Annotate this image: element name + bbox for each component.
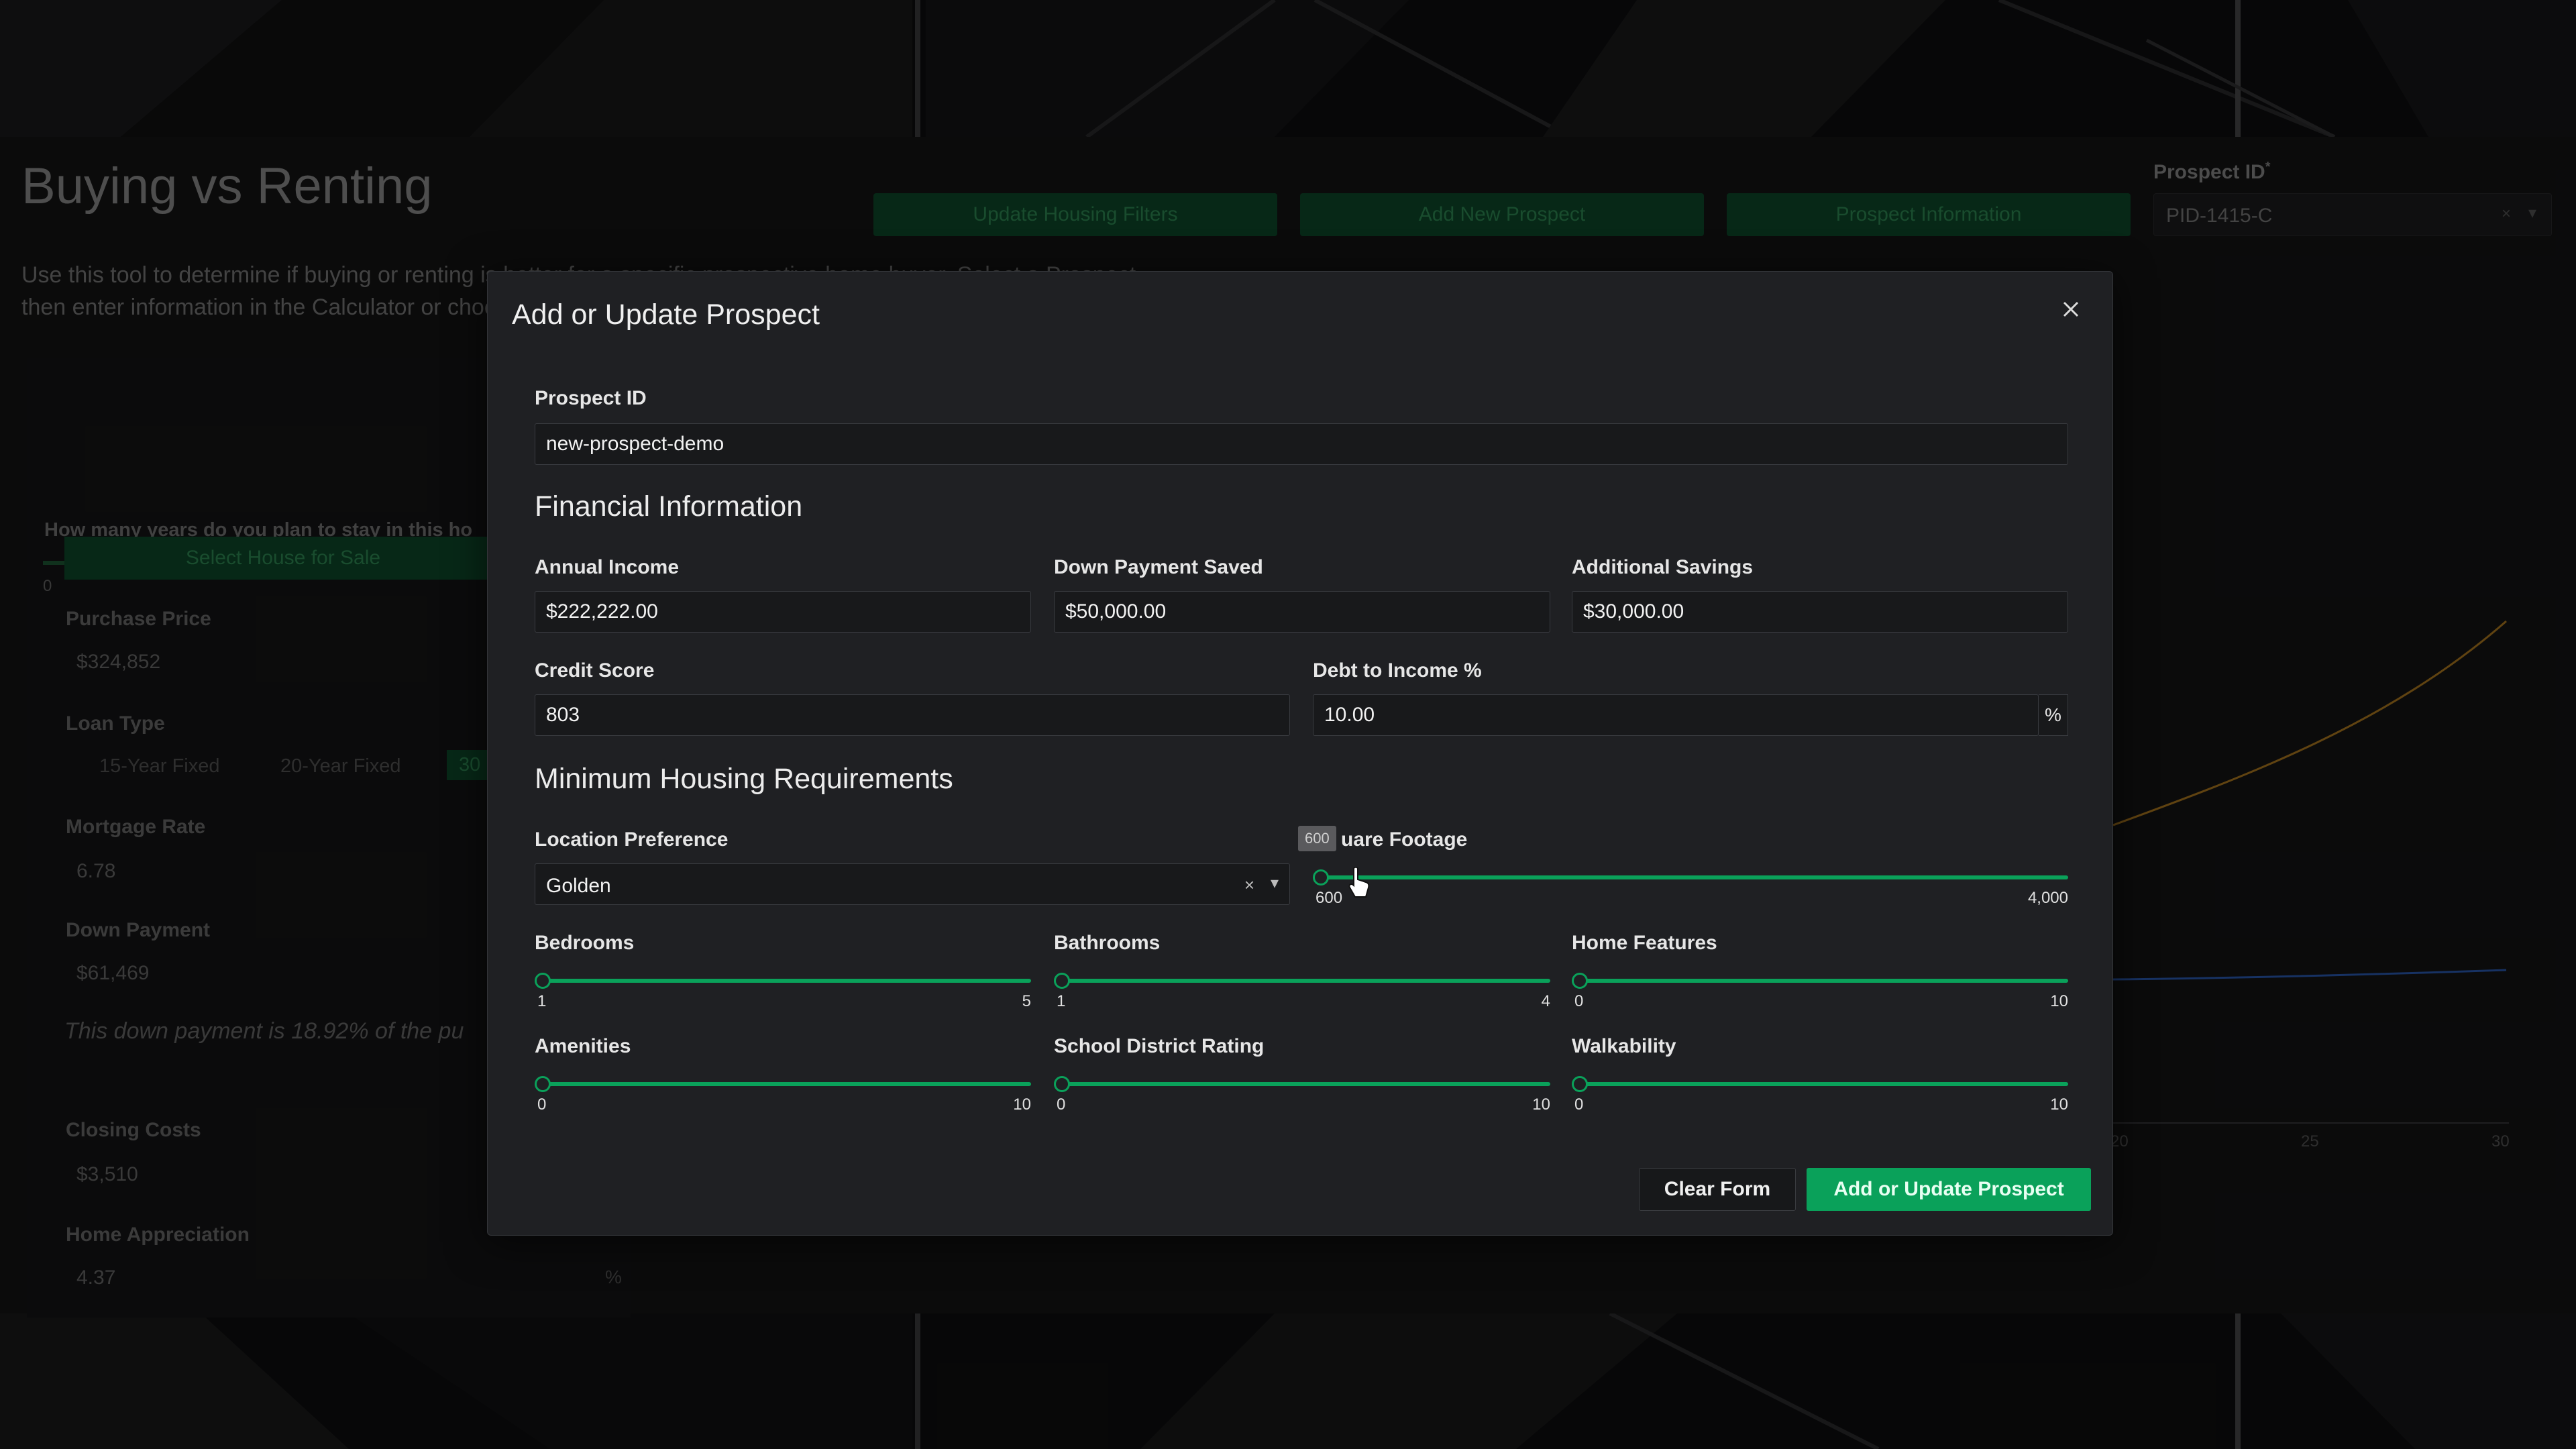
school-district-label: School District Rating <box>1054 1035 1265 1057</box>
amenities-slider[interactable]: 0 10 <box>535 1076 1031 1114</box>
square-footage-slider[interactable]: 600 4,000 <box>1313 869 2068 907</box>
clear-form-button[interactable]: Clear Form <box>1639 1168 1796 1211</box>
additional-savings-input[interactable] <box>1572 591 2068 633</box>
slider-handle[interactable] <box>535 973 551 989</box>
slider-min: 0 <box>1574 1095 1584 1114</box>
additional-savings-label: Additional Savings <box>1572 556 1754 578</box>
home-features-label: Home Features <box>1572 932 1717 954</box>
location-preference-value: Golden <box>546 875 611 897</box>
slider-max: 4,000 <box>2027 889 2068 907</box>
slider-max: 10 <box>2050 1095 2068 1114</box>
slider-handle[interactable] <box>1313 869 1329 885</box>
slider-min: 600 <box>1316 889 1343 907</box>
slider-max: 10 <box>1532 1095 1550 1114</box>
bedrooms-label: Bedrooms <box>535 932 635 954</box>
home-features-slider[interactable]: 0 10 <box>1572 973 2068 1010</box>
slider-max: 5 <box>1022 992 1031 1010</box>
annual-income-input[interactable] <box>535 591 1031 633</box>
walkability-slider[interactable]: 0 10 <box>1572 1076 2068 1114</box>
slider-handle[interactable] <box>1572 973 1588 989</box>
bathrooms-slider[interactable]: 1 4 <box>1054 973 1550 1010</box>
percent-suffix: % <box>2039 694 2068 736</box>
bedrooms-slider[interactable]: 1 5 <box>535 973 1031 1010</box>
down-payment-saved-input[interactable] <box>1054 591 1550 633</box>
location-preference-label: Location Preference <box>535 828 729 851</box>
annual-income-label: Annual Income <box>535 556 680 578</box>
debt-to-income-label: Debt to Income % <box>1313 659 1482 682</box>
close-icon[interactable] <box>2059 297 2083 321</box>
slider-min: 1 <box>1057 992 1066 1010</box>
financial-section-title: Financial Information <box>535 490 803 523</box>
slider-handle[interactable] <box>1572 1076 1588 1092</box>
bathrooms-label: Bathrooms <box>1054 932 1161 954</box>
debt-to-income-input[interactable] <box>1313 694 2039 736</box>
walkability-label: Walkability <box>1572 1035 1676 1057</box>
down-payment-saved-label: Down Payment Saved <box>1054 556 1263 578</box>
slider-min: 0 <box>1057 1095 1066 1114</box>
slider-handle[interactable] <box>1054 1076 1070 1092</box>
credit-score-input[interactable] <box>535 694 1290 736</box>
slider-min: 0 <box>537 1095 547 1114</box>
clear-icon[interactable]: × <box>1244 875 1254 896</box>
prospect-id-label: Prospect ID <box>535 387 647 409</box>
slider-handle[interactable] <box>1054 973 1070 989</box>
slider-handle[interactable] <box>535 1076 551 1092</box>
add-update-prospect-modal: Add or Update Prospect Prospect ID Finan… <box>487 271 2113 1236</box>
mouse-cursor-icon <box>1348 867 1370 898</box>
modal-title: Add or Update Prospect <box>512 299 820 331</box>
square-footage-label: uare Footage <box>1341 828 1468 851</box>
slider-max: 10 <box>1013 1095 1031 1114</box>
school-district-slider[interactable]: 0 10 <box>1054 1076 1550 1114</box>
prospect-id-input[interactable] <box>535 423 2068 465</box>
add-update-prospect-button[interactable]: Add or Update Prospect <box>1807 1168 2091 1211</box>
slider-max: 10 <box>2050 992 2068 1010</box>
credit-score-label: Credit Score <box>535 659 655 682</box>
amenities-label: Amenities <box>535 1035 631 1057</box>
location-preference-select[interactable]: Golden × ▾ <box>535 863 1290 905</box>
slider-min: 0 <box>1574 992 1584 1010</box>
chevron-down-icon[interactable]: ▾ <box>1271 873 1279 893</box>
housing-section-title: Minimum Housing Requirements <box>535 763 953 795</box>
slider-tooltip: 600 <box>1298 826 1336 851</box>
slider-max: 4 <box>1541 992 1550 1010</box>
slider-min: 1 <box>537 992 547 1010</box>
